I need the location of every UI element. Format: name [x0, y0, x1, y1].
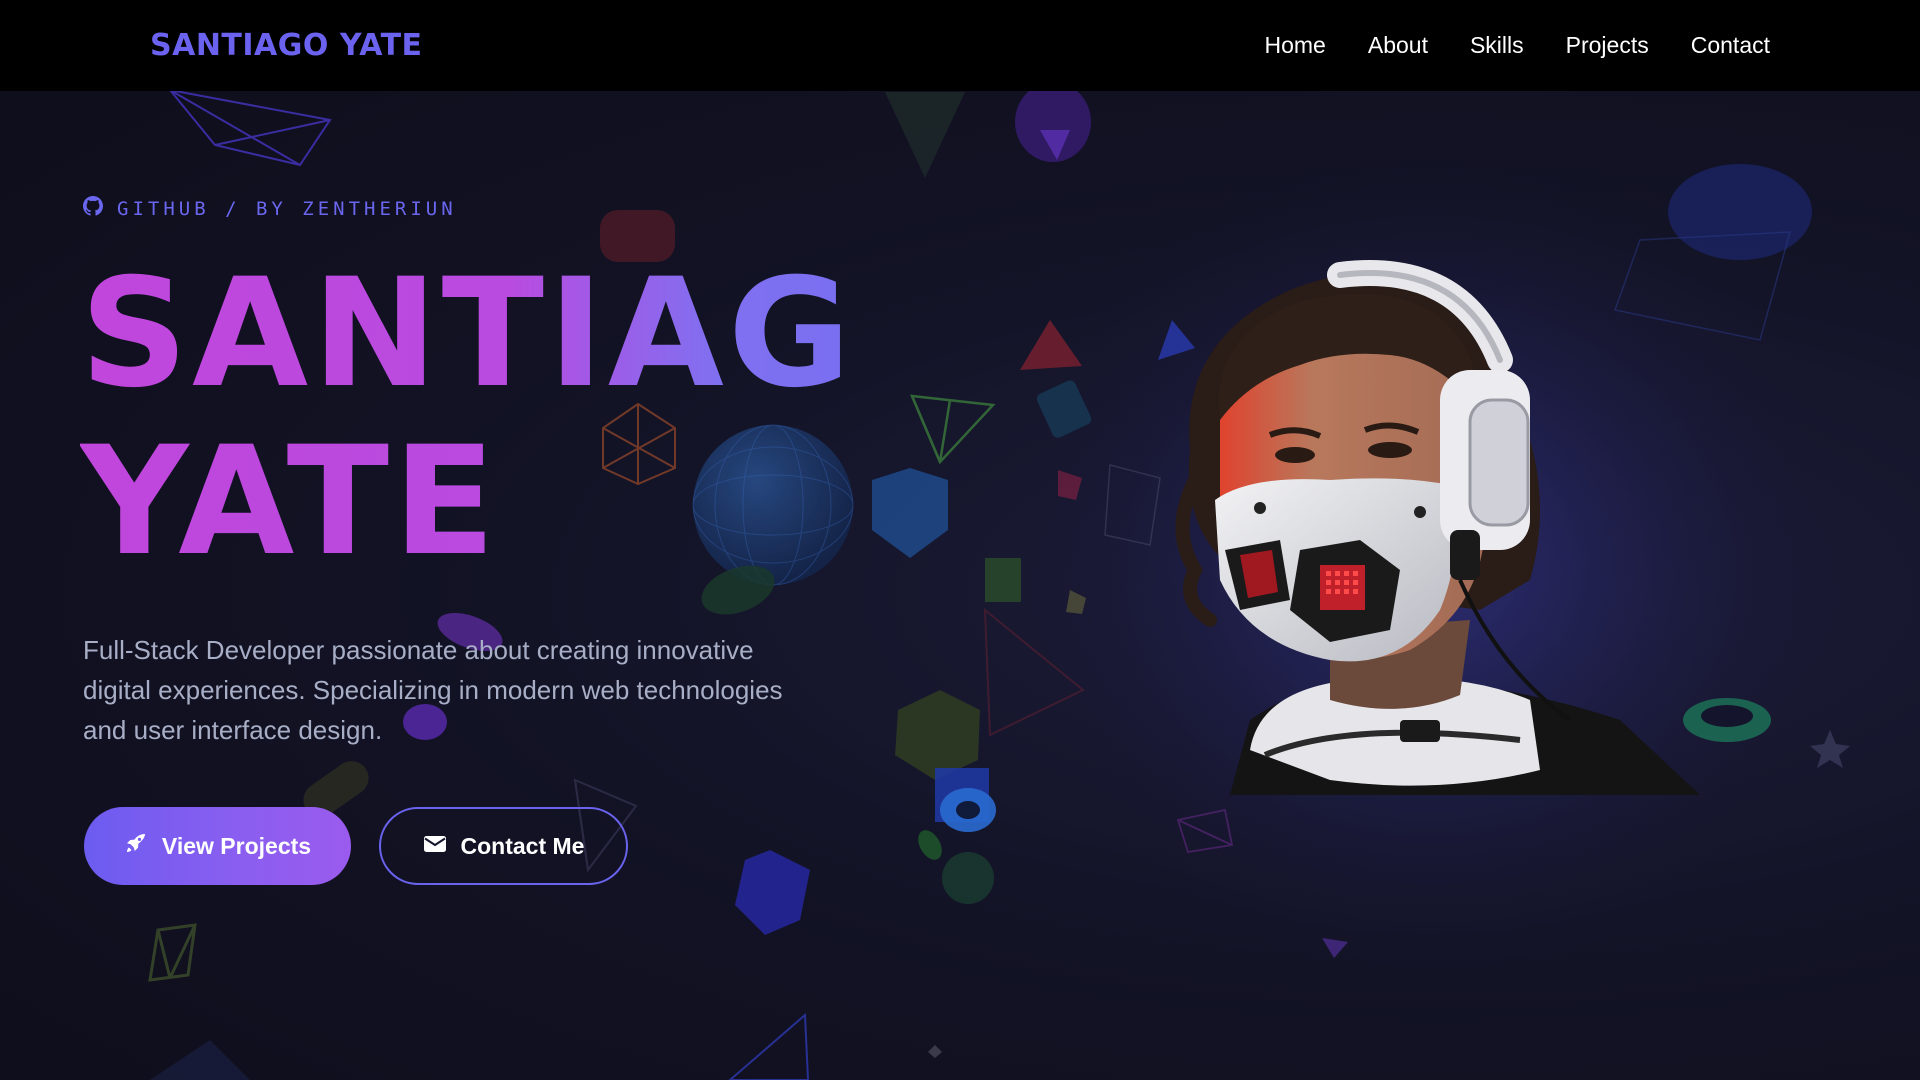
nav-link-about[interactable]: About [1368, 32, 1428, 59]
profile-portrait-image [1175, 260, 1700, 795]
contact-me-button[interactable]: Contact Me [379, 807, 628, 885]
rocket-icon [124, 831, 148, 861]
navbar: SANTIAGO YATE Home About Skills Projects… [0, 0, 1920, 91]
hero-title-line2: YATE [80, 415, 500, 589]
nav-link-projects[interactable]: Projects [1566, 32, 1649, 59]
nav-link-contact[interactable]: Contact [1691, 32, 1770, 59]
nav-link-home[interactable]: Home [1265, 32, 1326, 59]
eyebrow-label: GITHUB / BY ZENTHERIUN [117, 197, 457, 220]
github-icon [83, 196, 103, 221]
github-eyebrow[interactable]: GITHUB / BY ZENTHERIUN [83, 196, 457, 221]
hero-title: SANTIAGO YATE [80, 250, 860, 586]
site-logo[interactable]: SANTIAGO YATE [150, 28, 423, 63]
hero-description: Full-Stack Developer passionate about cr… [83, 635, 783, 745]
envelope-icon [423, 833, 447, 860]
hero-title-line1: SANTIAGO [80, 247, 987, 421]
view-projects-button[interactable]: View Projects [84, 807, 351, 885]
page: SANTIAGO YATE Home About Skills Projects… [0, 0, 1920, 1080]
nav-links: Home About Skills Projects Contact [1265, 32, 1771, 59]
view-projects-label: View Projects [161, 832, 312, 859]
nav-link-skills[interactable]: Skills [1470, 32, 1524, 59]
contact-me-label: Contact Me [460, 832, 585, 859]
